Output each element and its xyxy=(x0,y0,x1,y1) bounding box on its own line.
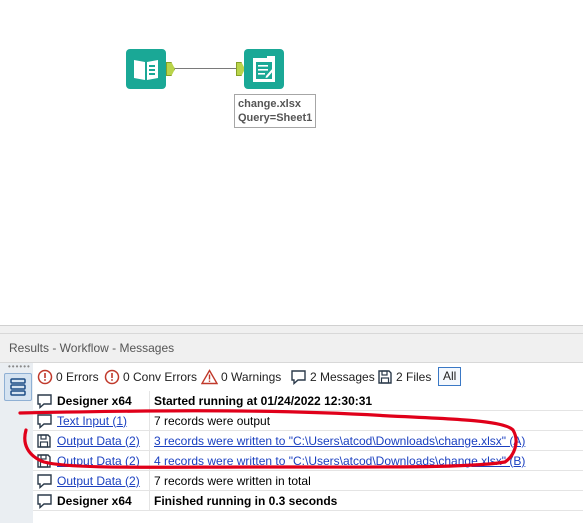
annotation-filename: change.xlsx xyxy=(238,98,301,110)
message-row[interactable]: Designer x64 Started running at 01/24/20… xyxy=(33,391,583,411)
errors-filter[interactable]: 0 Errors xyxy=(37,368,99,386)
messages-filter-label: 2 Messages xyxy=(310,370,375,384)
view-toggle-button[interactable] xyxy=(4,373,32,401)
list-view-icon xyxy=(10,378,26,396)
conv-errors-filter[interactable]: 0 Conv Errors xyxy=(104,368,197,386)
results-filter-bar: 0 Errors 0 Conv Errors 0 Warnings 2 Mess… xyxy=(33,363,583,391)
message-row[interactable]: Output Data (2) 7 records were written i… xyxy=(33,471,583,491)
message-text: 7 records were output xyxy=(154,413,271,428)
message-text: 7 records were written in total xyxy=(154,473,311,488)
output-data-tool[interactable] xyxy=(244,49,284,89)
warning-icon xyxy=(201,369,218,385)
message-tool-link[interactable]: Text Input (1) xyxy=(55,414,149,428)
message-icon xyxy=(33,413,55,429)
conv-errors-filter-label: 0 Conv Errors xyxy=(123,370,198,384)
warnings-filter[interactable]: 0 Warnings xyxy=(201,368,281,386)
message-row[interactable]: Text Input (1) 7 records were output xyxy=(33,411,583,431)
message-table: Designer x64 Started running at 01/24/20… xyxy=(33,391,583,523)
message-text: Started running at 01/24/2022 12:30:31 xyxy=(154,393,373,408)
connection-line[interactable] xyxy=(175,68,236,69)
results-side-strip: •••••• xyxy=(0,363,33,523)
message-icon xyxy=(291,370,306,385)
message-text: Finished running in 0.3 seconds xyxy=(154,493,338,508)
annotation-query: Query=Sheet1 xyxy=(238,112,313,124)
warnings-filter-label: 0 Warnings xyxy=(221,370,282,384)
message-file-link[interactable]: 3 records were written to "C:\Users\atco… xyxy=(154,434,583,448)
message-icon xyxy=(33,493,55,509)
error-icon xyxy=(37,369,53,385)
workflow-canvas[interactable]: change.xlsx Query=Sheet1 xyxy=(0,0,583,325)
results-header: Results - Workflow - Messages xyxy=(0,333,583,363)
files-filter[interactable]: 2 Files xyxy=(377,368,431,386)
message-row[interactable]: Designer x64 Finished running in 0.3 sec… xyxy=(33,491,583,511)
errors-filter-label: 0 Errors xyxy=(56,370,99,384)
message-tool: Designer x64 xyxy=(57,493,132,508)
message-tool-link[interactable]: Output Data (2) xyxy=(55,454,149,468)
results-pane: Results - Workflow - Messages •••••• 0 E… xyxy=(0,325,583,523)
file-icon xyxy=(33,433,55,449)
text-input-tool[interactable] xyxy=(126,49,166,89)
files-filter-label: 2 Files xyxy=(396,370,432,384)
tool-annotation: change.xlsx Query=Sheet1 xyxy=(234,94,317,128)
message-tool: Designer x64 xyxy=(57,393,132,408)
message-row[interactable]: Output Data (2) 3 records were written t… xyxy=(33,431,583,451)
messages-filter[interactable]: 2 Messages xyxy=(290,368,375,386)
output-anchor[interactable] xyxy=(166,62,175,76)
message-tool-link[interactable]: Output Data (2) xyxy=(55,434,149,448)
message-row[interactable]: Output Data (2) 4 records were written t… xyxy=(33,451,583,471)
file-save-icon xyxy=(378,370,392,384)
all-filter-button[interactable]: All xyxy=(438,367,462,386)
message-file-link[interactable]: 4 records were written to "C:\Users\atco… xyxy=(154,454,583,468)
message-icon xyxy=(33,473,55,489)
file-icon xyxy=(33,453,55,469)
message-tool-link[interactable]: Output Data (2) xyxy=(55,474,149,488)
grip-handle[interactable]: •••••• xyxy=(8,363,30,371)
results-title: Results - Workflow - Messages xyxy=(9,341,175,355)
message-icon xyxy=(33,393,55,409)
document-icon xyxy=(253,56,275,82)
book-icon xyxy=(134,60,158,80)
conv-error-icon xyxy=(104,369,120,385)
